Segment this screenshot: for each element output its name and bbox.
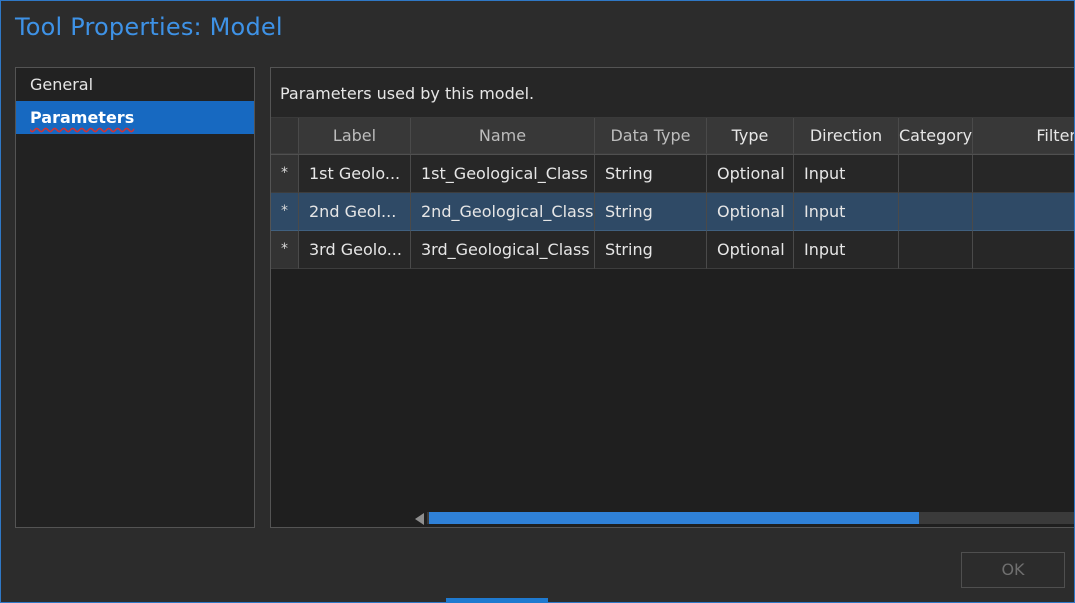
column-header-direction[interactable]: Direction [794, 118, 899, 154]
parameters-panel: Parameters used by this model. Label Nam… [270, 67, 1074, 528]
sidebar-item-general[interactable]: General [16, 68, 254, 101]
cell-direction[interactable]: Input [794, 231, 899, 269]
cell-filter[interactable] [973, 155, 1074, 193]
row-marker: * [271, 193, 299, 231]
column-header-category[interactable]: Category [899, 118, 973, 154]
column-header-name[interactable]: Name [411, 118, 595, 154]
cell-data-type[interactable]: String [595, 231, 707, 269]
sidebar-item-parameters[interactable]: Parameters [16, 101, 254, 134]
column-header-marker [271, 118, 299, 154]
cell-direction[interactable]: Input [794, 193, 899, 231]
cell-filter[interactable] [973, 231, 1074, 269]
parameters-grid: Label Name Data Type Type Direction Cate… [271, 118, 1074, 269]
cell-label[interactable]: 2nd Geol... [299, 193, 411, 231]
dialog-title: Tool Properties: Model [15, 13, 283, 41]
cell-name[interactable]: 1st_Geological_Class [411, 155, 595, 193]
cell-data-type[interactable]: String [595, 193, 707, 231]
cell-direction[interactable]: Input [794, 155, 899, 193]
table-row[interactable]: * 3rd Geolo... 3rd_Geological_Class Stri… [271, 231, 1074, 269]
cell-type[interactable]: Optional [707, 231, 794, 269]
cell-category[interactable] [899, 155, 973, 193]
column-header-filter[interactable]: Filter [973, 118, 1074, 154]
scrollbar-thumb[interactable] [429, 512, 919, 524]
sidebar-item-label: General [30, 75, 94, 94]
grid-header-row: Label Name Data Type Type Direction Cate… [271, 118, 1074, 155]
horizontal-scrollbar[interactable] [411, 510, 1074, 526]
cell-category[interactable] [899, 193, 973, 231]
cell-category[interactable] [899, 231, 973, 269]
cell-name[interactable]: 2nd_Geological_Class [411, 193, 595, 231]
row-marker: * [271, 231, 299, 269]
ok-button[interactable]: OK [961, 552, 1065, 588]
cell-type[interactable]: Optional [707, 193, 794, 231]
column-header-data-type[interactable]: Data Type [595, 118, 707, 154]
column-header-type[interactable]: Type [707, 118, 794, 154]
panel-description: Parameters used by this model. [271, 68, 1074, 118]
cell-data-type[interactable]: String [595, 155, 707, 193]
table-row[interactable]: * 2nd Geol... 2nd_Geological_Class Strin… [271, 193, 1074, 231]
cell-type[interactable]: Optional [707, 155, 794, 193]
sidebar-nav: General Parameters [15, 67, 255, 528]
column-header-label[interactable]: Label [299, 118, 411, 154]
table-row[interactable]: * 1st Geolo... 1st_Geological_Class Stri… [271, 155, 1074, 193]
cell-filter[interactable] [973, 193, 1074, 231]
cell-label[interactable]: 3rd Geolo... [299, 231, 411, 269]
cell-name[interactable]: 3rd_Geological_Class [411, 231, 595, 269]
scroll-left-arrow-icon[interactable] [415, 513, 424, 525]
row-marker: * [271, 155, 299, 193]
cell-label[interactable]: 1st Geolo... [299, 155, 411, 193]
taskbar-indicator [446, 598, 548, 603]
tool-properties-dialog: Tool Properties: Model General Parameter… [0, 0, 1075, 603]
sidebar-item-label: Parameters [30, 108, 135, 127]
